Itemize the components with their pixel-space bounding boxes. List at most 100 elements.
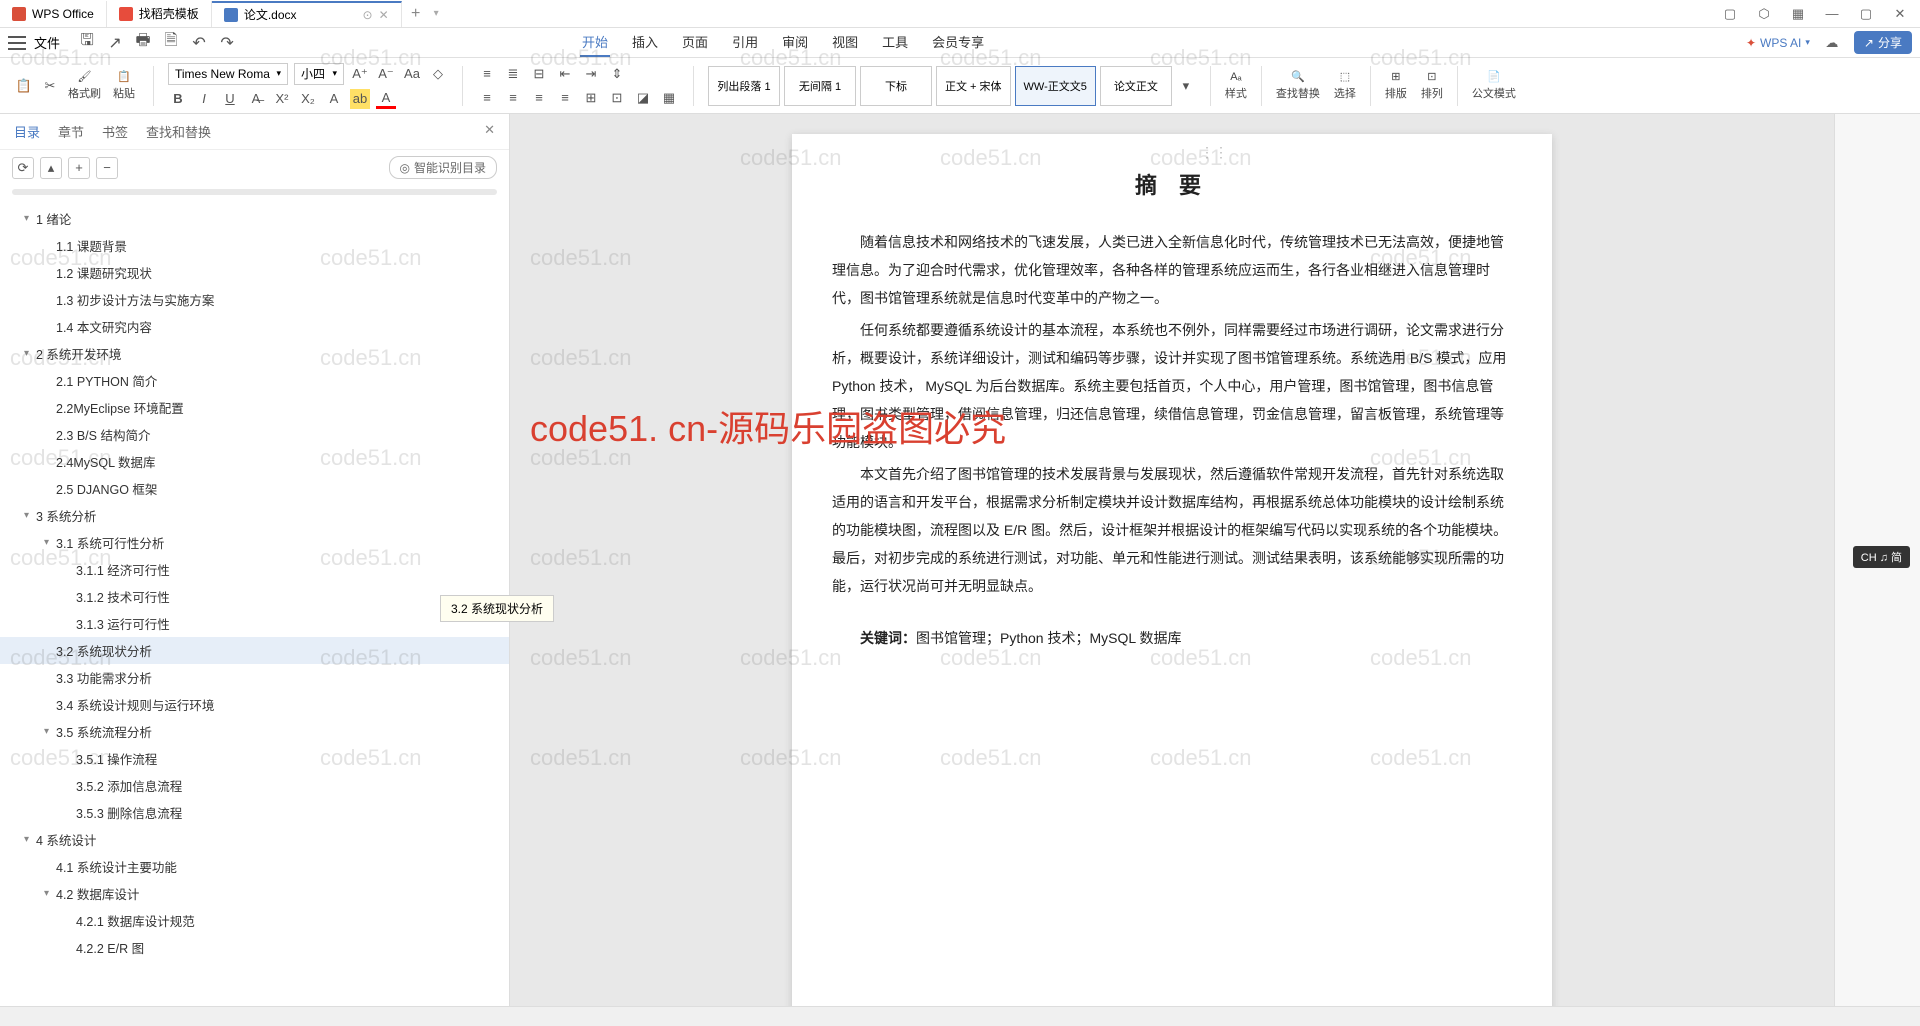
shading-icon[interactable]: ◪ (633, 88, 653, 108)
hamburger-icon[interactable] (8, 36, 26, 50)
save-icon[interactable]: 🖫 (78, 34, 96, 52)
underline-icon[interactable]: U (220, 89, 240, 109)
export-icon[interactable]: ↗ (106, 34, 124, 52)
find-replace-button[interactable]: 🔍查找替换 (1272, 68, 1324, 103)
arrange-button[interactable]: ⊡排列 (1417, 68, 1447, 103)
toc-expand-icon[interactable]: ▴ (40, 157, 62, 179)
maximize-button[interactable]: ▢ (1856, 4, 1876, 24)
styles-more-icon[interactable]: ▾ (1176, 76, 1196, 96)
style-list-para[interactable]: 列出段落 1 (708, 66, 780, 106)
increase-font-icon[interactable]: A⁺ (350, 64, 370, 84)
toc-remove-icon[interactable]: − (96, 157, 118, 179)
toc-item[interactable]: ▾1 绪论 (0, 205, 509, 232)
app-hub-icon[interactable]: ⬡ (1754, 4, 1774, 24)
subscript-icon[interactable]: X₂ (298, 89, 318, 109)
chevron-down-icon[interactable]: ▾ (44, 726, 56, 737)
drag-handle-icon[interactable]: ⋮⋮ (1200, 144, 1228, 161)
increase-indent-icon[interactable]: ⇥ (581, 64, 601, 84)
toc-item[interactable]: 1.2 课题研究现状 (0, 259, 509, 286)
style-body-simsun[interactable]: 正文 + 宋体 (936, 66, 1011, 106)
tab-reference[interactable]: 引用 (730, 28, 760, 57)
strikethrough-icon[interactable]: A̶ (246, 89, 266, 109)
toc-item[interactable]: ▾4 系统设计 (0, 826, 509, 853)
smart-toc-button[interactable]: ◎ 智能识别目录 (389, 156, 498, 179)
style-thesis-body[interactable]: 论文正文 (1100, 66, 1172, 106)
toc-item[interactable]: 3.3 功能需求分析 (0, 664, 509, 691)
share-button[interactable]: ↗ 分享 (1854, 31, 1912, 54)
cut-icon[interactable]: ✂ (40, 76, 60, 96)
toc-item[interactable]: 2.4MySQL 数据库 (0, 448, 509, 475)
toc-item[interactable]: 3.1.1 经济可行性 (0, 556, 509, 583)
text-effects-icon[interactable]: A (324, 89, 344, 109)
undo-icon[interactable]: ↶ (190, 34, 208, 52)
toc-item[interactable]: 2.3 B/S 结构简介 (0, 421, 509, 448)
toc-item[interactable]: 1.3 初步设计方法与实施方案 (0, 286, 509, 313)
toc-item[interactable]: 3.2 系统现状分析 (0, 637, 509, 664)
tab-insert[interactable]: 插入 (630, 28, 660, 57)
font-name-select[interactable]: Times New Roma▾ (168, 63, 288, 85)
chevron-down-icon[interactable]: ▾ (24, 834, 36, 845)
paste-button[interactable]: 📋 粘贴 (109, 68, 139, 103)
new-tab-button[interactable]: + (402, 5, 430, 23)
tab-review[interactable]: 审阅 (780, 28, 810, 57)
format-painter-button[interactable]: 🖌 格式刷 (64, 68, 105, 103)
user-avatar-icon[interactable]: ▦ (1788, 4, 1808, 24)
toc-item[interactable]: 3.5.3 删除信息流程 (0, 799, 509, 826)
toc-item[interactable]: ▾4.2 数据库设计 (0, 880, 509, 907)
minimize-button[interactable]: — (1822, 4, 1842, 24)
chevron-down-icon[interactable]: ▾ (44, 888, 56, 899)
file-menu[interactable]: 文件 (34, 33, 60, 52)
clear-format-icon[interactable]: ◇ (428, 64, 448, 84)
toc-item[interactable]: 2.2MyEclipse 环境配置 (0, 394, 509, 421)
multilevel-icon[interactable]: ⊟ (529, 64, 549, 84)
decrease-indent-icon[interactable]: ⇤ (555, 64, 575, 84)
toc-item[interactable]: 3.1.3 运行可行性 (0, 610, 509, 637)
sidebar-tab-chapters[interactable]: 章节 (58, 122, 84, 141)
tab-close-icon[interactable]: ✕ (379, 8, 389, 22)
numbering-icon[interactable]: ≣ (503, 64, 523, 84)
chevron-down-icon[interactable]: ▾ (24, 213, 36, 224)
superscript-icon[interactable]: X² (272, 89, 292, 109)
align-center-icon[interactable]: ≡ (503, 88, 523, 108)
document-page[interactable]: 摘 要 随着信息技术和网络技术的飞速发展，人类已进入全新信息化时代，传统管理技术… (792, 134, 1552, 1006)
tab-options-icon[interactable]: ⊙ (363, 8, 373, 22)
tab-member[interactable]: 会员专享 (930, 28, 986, 57)
style-no-spacing[interactable]: 无间隔 1 (784, 66, 856, 106)
justify-icon[interactable]: ≡ (555, 88, 575, 108)
chevron-down-icon[interactable]: ▾ (24, 348, 36, 359)
text-direction-icon[interactable]: ⊡ (607, 88, 627, 108)
toc-item[interactable]: ▾2 系统开发环境 (0, 340, 509, 367)
highlight-icon[interactable]: ab (350, 89, 370, 109)
layout-button[interactable]: ⊞排版 (1381, 68, 1411, 103)
change-case-icon[interactable]: Aa (402, 64, 422, 84)
toc-refresh-icon[interactable]: ⟳ (12, 157, 34, 179)
font-color-icon[interactable]: A (376, 89, 396, 109)
toc-item[interactable]: ▾3 系统分析 (0, 502, 509, 529)
redo-icon[interactable]: ↷ (218, 34, 236, 52)
cloud-sync-icon[interactable]: ☁ (1822, 33, 1842, 53)
toc-item[interactable]: 1.4 本文研究内容 (0, 313, 509, 340)
tab-page[interactable]: 页面 (680, 28, 710, 57)
print-icon[interactable]: 🖶 (134, 34, 152, 52)
align-left-icon[interactable]: ≡ (477, 88, 497, 108)
copy-icon[interactable]: 📋 (14, 76, 34, 96)
close-window-button[interactable]: ✕ (1890, 4, 1910, 24)
toc-item[interactable]: 1.1 课题背景 (0, 232, 509, 259)
toc-add-icon[interactable]: + (68, 157, 90, 179)
tab-start[interactable]: 开始 (580, 28, 610, 57)
toc-item[interactable]: 4.1 系统设计主要功能 (0, 853, 509, 880)
gov-mode-button[interactable]: 📄公文模式 (1468, 68, 1520, 103)
toc-item[interactable]: 3.1.2 技术可行性 (0, 583, 509, 610)
italic-icon[interactable]: I (194, 89, 214, 109)
borders-icon[interactable]: ▦ (659, 88, 679, 108)
toc-item[interactable]: 2.1 PYTHON 简介 (0, 367, 509, 394)
style-ww-body[interactable]: WW-正文文5 (1015, 66, 1096, 106)
tab-wps-home[interactable]: WPS Office (0, 1, 107, 27)
tab-tools[interactable]: 工具 (880, 28, 910, 57)
bold-icon[interactable]: B (168, 89, 188, 109)
toc-item[interactable]: ▾3.5 系统流程分析 (0, 718, 509, 745)
sidebar-tab-bookmarks[interactable]: 书签 (102, 122, 128, 141)
toc-item[interactable]: ▾3.1 系统可行性分析 (0, 529, 509, 556)
bullets-icon[interactable]: ≡ (477, 64, 497, 84)
font-size-select[interactable]: 小四▾ (294, 63, 344, 85)
